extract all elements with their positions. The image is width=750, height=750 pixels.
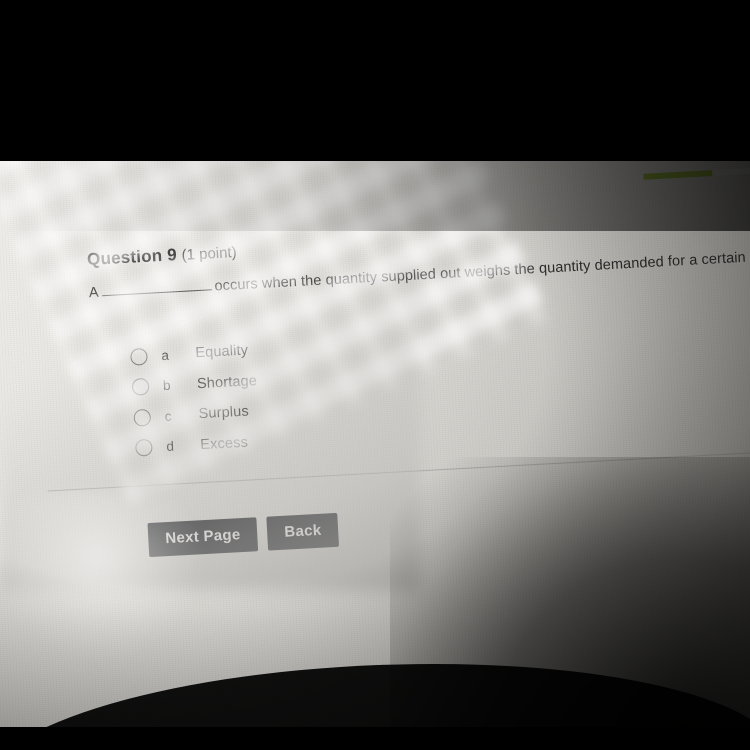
radio-button-d[interactable] (134, 439, 153, 457)
question-prompt-prefix: A (88, 284, 100, 302)
back-button[interactable]: Back (266, 512, 340, 551)
option-letter-d: d (165, 438, 175, 455)
question-block: Question 9 (1 point) Aoccurs when the qu… (87, 212, 750, 301)
option-letter-b: b (162, 377, 171, 394)
question-number: Question 9 (86, 245, 178, 269)
question-blank-underline (101, 277, 212, 297)
option-label-b[interactable]: Shortage (197, 373, 258, 392)
quiz-page: Question Question 9 (1 point) Aoccurs wh… (0, 161, 750, 727)
progress-bar-fill (643, 170, 713, 180)
next-page-button[interactable]: Next Page (147, 517, 259, 558)
radio-button-b[interactable] (131, 378, 150, 397)
letterbox-band-bottom (0, 727, 750, 750)
answer-options-list: a Equality b Shortage c Surplus d Excess (130, 323, 476, 463)
question-points: (1 point) (181, 243, 238, 264)
screen-surface: Question Question 9 (1 point) Aoccurs wh… (0, 161, 750, 727)
option-letter-a: a (161, 347, 170, 363)
option-letter-c: c (164, 408, 172, 424)
radio-button-c[interactable] (133, 408, 152, 427)
photographed-screen: Question Question 9 (1 point) Aoccurs wh… (0, 161, 750, 727)
option-label-c[interactable]: Surplus (198, 404, 249, 423)
quiz-header: Question (0, 161, 750, 226)
navigation-buttons: Next Page Back (147, 512, 340, 558)
progress-bar (643, 165, 750, 180)
letterbox-band-top (0, 0, 750, 161)
photo-frame: Question Question 9 (1 point) Aoccurs wh… (0, 0, 750, 750)
radio-button-a[interactable] (130, 347, 148, 366)
option-label-a[interactable]: Equality (195, 343, 249, 362)
option-label-d[interactable]: Excess (200, 434, 248, 453)
